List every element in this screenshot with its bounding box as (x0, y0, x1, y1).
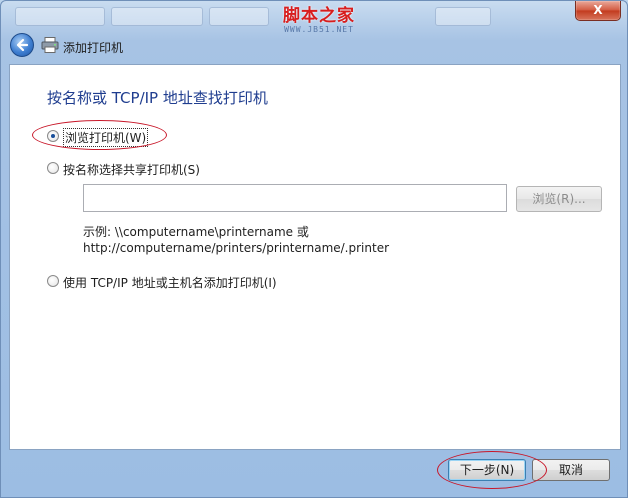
example-line-1: 示例: \\computername\printername 或 (83, 225, 309, 239)
page-heading: 按名称或 TCP/IP 地址查找打印机 (47, 89, 268, 107)
radio-selected-dot (51, 134, 55, 138)
wizard-title: 添加打印机 (63, 41, 124, 55)
radio-browse-printers[interactable] (47, 130, 59, 142)
radio-select-shared-printer[interactable] (47, 162, 59, 174)
option-label[interactable]: 浏览打印机(W) (63, 128, 149, 147)
site-watermark: 脚本之家 WWW.JB51.NET (269, 7, 369, 34)
ghost-tab (111, 7, 203, 26)
printer-icon (41, 37, 59, 53)
ghost-tab (209, 7, 269, 26)
example-text: 示例: \\computername\printername 或 http://… (83, 224, 389, 256)
watermark-main: 脚本之家 (283, 6, 355, 26)
option-label[interactable]: 使用 TCP/IP 地址或主机名添加打印机(I) (63, 274, 277, 291)
cancel-button[interactable]: 取消 (532, 459, 610, 481)
window-frame: 脚本之家 WWW.JB51.NET X 添加打印机 按名称或 TCP/IP 地址… (0, 0, 628, 498)
next-button[interactable]: 下一步(N) (448, 459, 526, 481)
ghost-tab (15, 7, 105, 26)
wizard-content-panel: 按名称或 TCP/IP 地址查找打印机 浏览打印机(W) 按名称选择共享打印机(… (9, 64, 621, 450)
shared-printer-name-input[interactable] (83, 184, 507, 212)
wizard-header: 添加打印机 (7, 31, 623, 63)
back-button[interactable] (10, 33, 34, 57)
radio-tcpip-hostname[interactable] (47, 275, 59, 287)
background-taskbar-ghosts (15, 7, 491, 26)
close-button[interactable]: X (575, 1, 621, 21)
option-label[interactable]: 按名称选择共享打印机(S) (63, 161, 200, 178)
ghost-tab (435, 7, 491, 26)
browse-button[interactable]: 浏览(R)... (516, 186, 602, 212)
example-line-2: http://computername/printers/printername… (83, 241, 390, 255)
back-arrow-icon (16, 38, 29, 52)
